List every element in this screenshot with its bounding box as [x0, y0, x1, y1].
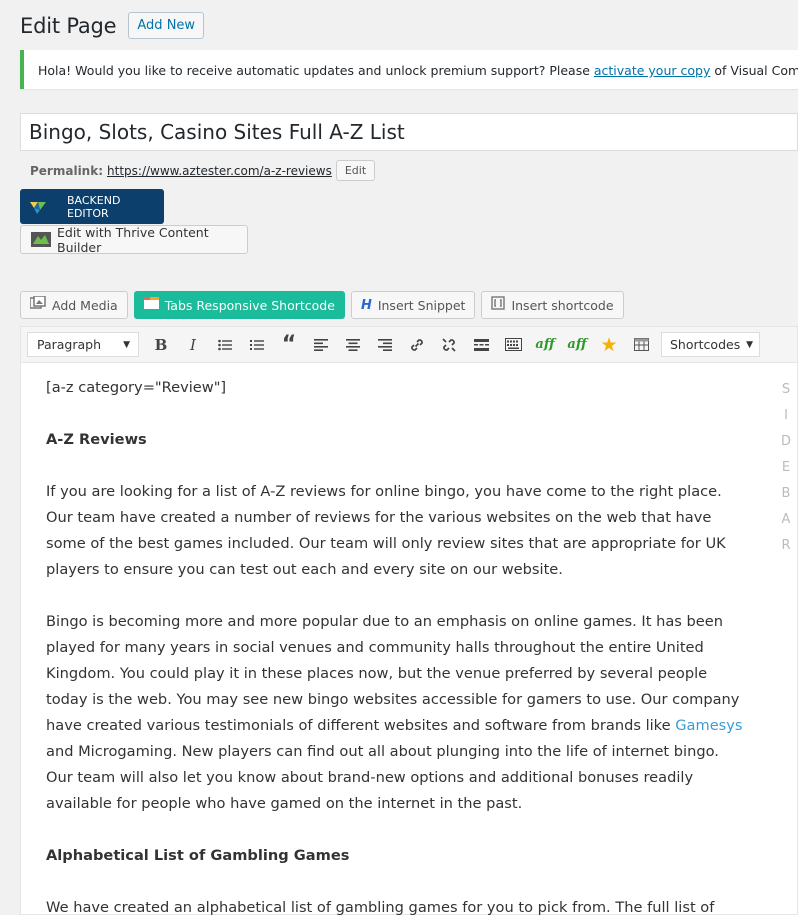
affiliate-add-icon[interactable]: aff: [561, 332, 593, 357]
add-new-button[interactable]: Add New: [128, 12, 205, 39]
read-more-icon[interactable]: [465, 332, 497, 357]
blockquote-icon[interactable]: “: [273, 332, 305, 357]
shortcodes-select[interactable]: Shortcodes ▼: [661, 332, 760, 357]
chevron-down-icon: ▼: [123, 339, 130, 350]
heading-az-reviews: A-Z Reviews: [46, 431, 147, 448]
bullet-list-icon[interactable]: [209, 332, 241, 357]
permalink-label: Permalink:: [30, 163, 104, 178]
link-icon[interactable]: [401, 332, 433, 357]
backend-editor-button[interactable]: BACKEND EDITOR: [20, 189, 164, 224]
tabs-shortcode-button[interactable]: Tabs Responsive Shortcode: [133, 291, 345, 319]
insert-shortcode-button[interactable]: Insert shortcode: [481, 291, 624, 319]
sidebar-letter: S: [781, 382, 791, 397]
star-icon[interactable]: ★: [593, 332, 625, 357]
tabs-icon: [143, 296, 159, 314]
permalink-edit-button[interactable]: Edit: [335, 160, 376, 181]
add-media-label: Add Media: [52, 297, 118, 313]
sidebar-vertical-label: S I D E B A R: [779, 377, 793, 559]
activate-link[interactable]: activate your copy: [594, 63, 710, 78]
gamesys-link[interactable]: Gamesys: [675, 717, 742, 734]
add-media-button[interactable]: Add Media: [20, 291, 128, 319]
insert-snippet-label: Insert Snippet: [377, 297, 466, 313]
page-title: Edit Page: [20, 13, 117, 38]
format-select-value: Paragraph: [37, 337, 102, 352]
sidebar-letter: E: [781, 460, 791, 475]
paragraph-3: We have created an alphabetical list of …: [46, 899, 715, 915]
sidebar-letter: B: [781, 486, 791, 501]
align-right-icon[interactable]: [369, 332, 401, 357]
page-header: Edit Page Add New: [20, 12, 205, 39]
snippet-icon: H: [360, 297, 372, 313]
sidebar-letter: D: [780, 434, 791, 449]
notice-text: Hola! Would you like to receive automati…: [38, 63, 594, 78]
shortcode-icon: [491, 296, 506, 314]
affiliate-link-icon[interactable]: aff: [529, 332, 561, 357]
backend-editor-label: BACKEND EDITOR: [67, 193, 121, 220]
chevron-down-icon: ▼: [746, 339, 753, 350]
heading-alphabetical-list: Alphabetical List of Gambling Games: [46, 847, 350, 864]
thrive-icon: [31, 232, 51, 247]
format-select[interactable]: Paragraph ▼: [27, 332, 139, 357]
visual-composer-logo-icon: [29, 198, 47, 216]
shortcode-text: [a-z category="Review"]: [46, 379, 227, 396]
paragraph-2-end: and Microgaming. New players can find ou…: [46, 743, 719, 812]
thrive-builder-button[interactable]: Edit with Thrive Content Builder: [20, 224, 248, 255]
sidebar-letter: I: [784, 408, 788, 423]
sidebar-letter: R: [781, 538, 791, 553]
editor-toolbar: Paragraph ▼ B I “ aff aff ★ Shortcodes ▼: [21, 327, 797, 363]
insert-snippet-button[interactable]: H Insert Snippet: [350, 291, 476, 319]
update-notice: Hola! Would you like to receive automati…: [20, 50, 798, 89]
thrive-label: Edit with Thrive Content Builder: [57, 224, 209, 255]
media-buttons: Add Media Tabs Responsive Shortcode H In…: [20, 291, 624, 319]
table-icon[interactable]: [625, 332, 657, 357]
unlink-icon[interactable]: [433, 332, 465, 357]
notice-text-end: of Visual Composer.: [714, 63, 798, 78]
content-editor: Paragraph ▼ B I “ aff aff ★ Shortcodes ▼…: [20, 326, 798, 915]
paragraph-1: If you are looking for a list of A-Z rev…: [46, 483, 726, 578]
italic-icon[interactable]: I: [177, 332, 209, 357]
paragraph-2: Bingo is becoming more and more popular …: [46, 609, 746, 817]
shortcodes-select-value: Shortcodes: [670, 337, 741, 352]
post-title-input[interactable]: Bingo, Slots, Casino Sites Full A-Z List: [20, 113, 798, 151]
permalink-url[interactable]: https://www.aztester.com/a-z-reviews: [107, 164, 332, 178]
media-icon: [29, 295, 46, 314]
bold-icon[interactable]: B: [145, 332, 177, 357]
sidebar-letter: A: [781, 512, 791, 527]
paragraph-2-start: Bingo is becoming more and more popular …: [46, 613, 740, 734]
align-left-icon[interactable]: [305, 332, 337, 357]
permalink-row: Permalink: https://www.aztester.com/a-z-…: [30, 160, 376, 181]
tabs-shortcode-label: Tabs Responsive Shortcode: [164, 297, 335, 313]
editor-content[interactable]: [a-z category="Review"] A-Z Reviews If y…: [46, 375, 746, 915]
align-center-icon[interactable]: [337, 332, 369, 357]
numbered-list-icon[interactable]: [241, 332, 273, 357]
insert-shortcode-label: Insert shortcode: [511, 297, 614, 313]
toolbar-toggle-icon[interactable]: [497, 332, 529, 357]
